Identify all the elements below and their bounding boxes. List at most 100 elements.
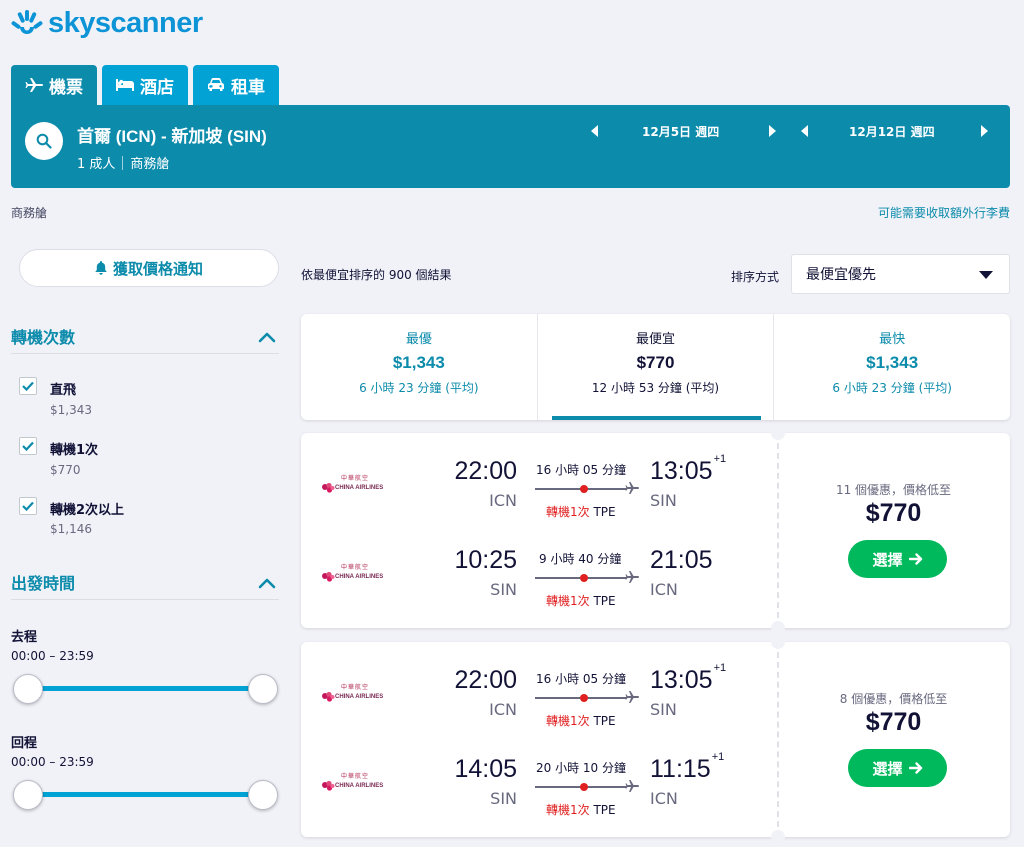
ticket-notch <box>771 426 785 440</box>
outbound-slider-start-handle[interactable] <box>13 674 43 704</box>
arrival-time: 13:05+1 <box>650 453 727 485</box>
stop-dot <box>580 485 588 493</box>
tab-hotels[interactable]: 酒店 <box>102 65 188 105</box>
arrival-airport: SIN <box>650 700 677 719</box>
plane-icon <box>25 78 43 92</box>
route-text: 首爾 (ICN) - 新加坡 (SIN) <box>77 127 267 146</box>
deal-price: $770 <box>865 499 922 527</box>
results-count: 依最便宜排序的 900 個結果 <box>301 268 452 282</box>
price-alert-button[interactable]: 獲取價格通知 <box>19 249 279 287</box>
return-slider-end-handle[interactable] <box>248 780 278 810</box>
sort-label: 排序方式 <box>731 270 780 284</box>
departure-airport: SIN <box>490 580 517 599</box>
checkmark-icon <box>22 501 34 511</box>
tab-label: 酒店 <box>140 77 174 98</box>
arrival-time: 21:05 <box>650 546 713 574</box>
summary-title: 最便宜 <box>636 332 676 347</box>
return-slider-start-handle[interactable] <box>13 780 43 810</box>
search-button[interactable] <box>25 122 63 160</box>
flight-leg-return: 中華航空 CHINA AIRLINES 14:05 SIN 20 小時 10 分… <box>301 749 771 819</box>
skyscanner-logo[interactable]: skyscanner <box>10 4 203 42</box>
divider <box>777 433 779 628</box>
summary-price: $1,343 <box>866 353 919 372</box>
departure-airport: ICN <box>489 700 517 719</box>
divider <box>11 353 279 354</box>
departure-time-collapse-toggle[interactable] <box>258 574 276 593</box>
departure-time: 22:00 <box>454 666 517 694</box>
stops-direct-label: 直飛 <box>50 383 77 398</box>
price-alert-label: 獲取價格通知 <box>112 259 203 278</box>
traveller-summary: 1 成人 商務艙 <box>77 153 169 172</box>
departure-time: 10:25 <box>454 546 517 574</box>
select-label: 選擇 <box>872 759 903 778</box>
caret-right-icon <box>981 125 988 137</box>
arrow-right-icon <box>908 553 922 565</box>
tab-flights[interactable]: 機票 <box>11 65 97 105</box>
tab-label: 機票 <box>49 77 83 98</box>
outbound-slider-end-handle[interactable] <box>248 674 278 704</box>
plane-icon <box>625 571 639 583</box>
baggage-fee-link[interactable]: 可能需要收取額外行李費 <box>878 204 1010 221</box>
result-card[interactable]: 中華航空 CHINA AIRLINES 22:00 ICN 16 小時 05 分… <box>301 426 1010 635</box>
bed-icon <box>116 79 134 91</box>
plane-icon <box>625 691 639 703</box>
airline-logo: 中華航空 CHINA AIRLINES <box>321 473 383 494</box>
arrival-time: 13:05+1 <box>650 662 727 694</box>
flight-duration: 20 小時 10 分鐘 <box>536 761 626 775</box>
return-time-slider[interactable] <box>28 792 264 797</box>
caret-right-icon <box>769 125 776 137</box>
outbound-time-label: 去程 <box>11 630 38 645</box>
next-day-indicator: +1 <box>713 453 727 465</box>
depart-date[interactable]: 12月5日 週四 <box>642 123 719 140</box>
result-card[interactable]: 中華航空 CHINA AIRLINES 22:00 ICN 16 小時 05 分… <box>301 635 1010 844</box>
deals-count: 11 個優惠，價格低至 <box>835 483 952 497</box>
next-day-indicator: +1 <box>713 662 727 674</box>
sunrise-logo-icon <box>11 10 43 34</box>
stops-collapse-toggle[interactable] <box>258 328 276 347</box>
stops-filter-title: 轉機次數 <box>11 328 76 347</box>
bell-icon <box>95 261 107 275</box>
select-button[interactable]: 選擇 <box>848 749 947 787</box>
plum-blossom-icon <box>322 780 335 791</box>
stops-one-checkbox[interactable] <box>19 437 37 455</box>
stops-direct-checkbox[interactable] <box>19 377 37 395</box>
ticket-notch <box>771 635 785 649</box>
plum-blossom-icon <box>322 482 335 493</box>
plum-blossom-icon <box>322 571 335 582</box>
stops-info: 轉機1次 TPE <box>546 505 616 519</box>
stop-dot <box>580 694 588 702</box>
summary-tab-fastest[interactable]: 最快 $1,343 6 小時 23 分鐘 (平均) <box>773 314 1010 420</box>
summary-tab-best[interactable]: 最優 $1,343 6 小時 23 分鐘 (平均) <box>301 314 537 420</box>
departure-airport: ICN <box>489 491 517 510</box>
depart-date-prev-button[interactable] <box>587 123 603 139</box>
summary-tab-cheapest[interactable]: 最便宜 $770 12 小時 53 分鐘 (平均) <box>536 314 774 420</box>
summary-price: $770 <box>636 353 675 372</box>
stops-two-plus-price: $1,146 <box>50 522 92 536</box>
chevron-up-icon <box>258 578 276 589</box>
summary-duration: 6 小時 23 分鐘 (平均) <box>832 381 952 395</box>
return-date-next-button[interactable] <box>977 123 993 139</box>
outbound-time-slider[interactable] <box>28 686 264 691</box>
arrival-airport: ICN <box>650 789 678 808</box>
summary-price: $1,343 <box>392 353 445 372</box>
stops-two-plus-checkbox[interactable] <box>19 497 37 515</box>
airline-logo: 中華航空 CHINA AIRLINES <box>321 562 383 583</box>
tab-label: 租車 <box>231 77 265 98</box>
cabin-class-label: 商務艙 <box>11 206 48 220</box>
cabin-class: 商務艙 <box>130 157 170 172</box>
sort-dropdown[interactable]: 最便宜優先 <box>791 254 1010 294</box>
caret-left-icon <box>591 125 598 137</box>
tab-car-hire[interactable]: 租車 <box>193 65 279 105</box>
depart-date-next-button[interactable] <box>765 123 781 139</box>
select-button[interactable]: 選擇 <box>848 540 947 578</box>
search-summary-bar[interactable]: 首爾 (ICN) - 新加坡 (SIN) 1 成人 商務艙 12月5日 週四 1… <box>11 105 1010 188</box>
deals-count: 8 個優惠，價格低至 <box>839 692 948 706</box>
flight-leg-return: 中華航空 CHINA AIRLINES 10:25 SIN 9 小時 40 分鐘… <box>301 540 771 610</box>
arrival-time: 11:15+1 <box>650 751 725 783</box>
airline-logo: 中華航空 CHINA AIRLINES <box>321 682 383 703</box>
sort-summary-tabs: 最優 $1,343 6 小時 23 分鐘 (平均) 最便宜 $770 12 小時… <box>301 314 1010 420</box>
flight-duration: 16 小時 05 分鐘 <box>536 463 626 477</box>
car-icon <box>208 78 224 91</box>
return-date[interactable]: 12月12日 週四 <box>849 123 935 140</box>
return-date-prev-button[interactable] <box>797 123 813 139</box>
